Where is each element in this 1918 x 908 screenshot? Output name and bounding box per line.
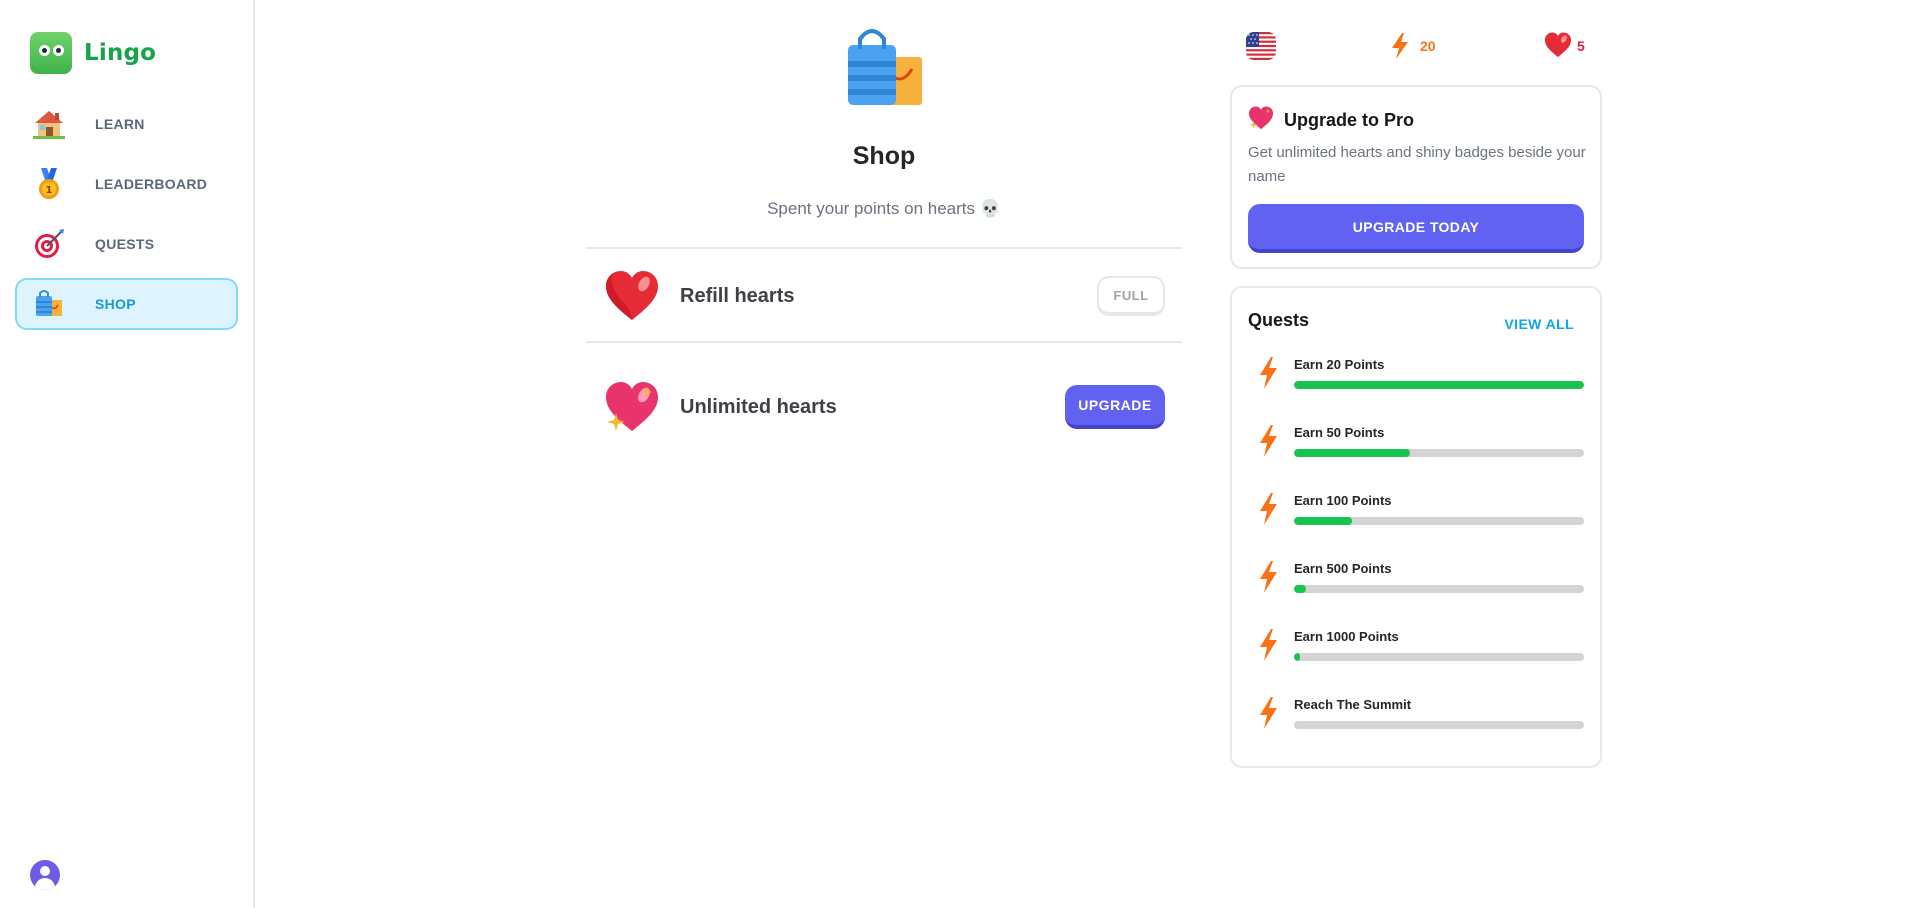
- app-name: Lingo: [84, 40, 157, 66]
- quest-progress-fill: [1294, 381, 1584, 389]
- heart-icon: [1544, 32, 1572, 63]
- page-subtitle: Spent your points on hearts 💀: [767, 199, 1001, 218]
- bolt-icon: [1258, 697, 1278, 734]
- sidebar: Lingo LEARN 1 LEADERBOARD QUESTS SHOP: [0, 0, 255, 908]
- quest-label: Reach The Summit: [1294, 697, 1412, 712]
- upgrade-pro-card: Upgrade to Pro Get unlimited hearts and …: [1230, 85, 1602, 269]
- sparkling-heart-icon: [604, 379, 660, 435]
- us-flag-icon[interactable]: [1246, 32, 1276, 60]
- user-stats: 20 5: [1246, 32, 1602, 62]
- home-icon: [33, 108, 65, 140]
- quests-title: Quests: [1248, 310, 1310, 330]
- user-avatar-icon[interactable]: [30, 860, 60, 890]
- divider: [586, 341, 1182, 343]
- quest-progress-bar: [1294, 449, 1584, 457]
- quest-label: Earn 500 Points: [1294, 561, 1392, 576]
- sidebar-item-label: LEARN: [95, 116, 145, 132]
- sidebar-item-learn[interactable]: LEARN: [15, 98, 238, 150]
- quest-progress-bar: [1294, 721, 1584, 729]
- quests-card: Quests VIEW ALL Earn 20 Points Earn 50 Po…: [1230, 286, 1602, 768]
- pro-card-description: Get unlimited hearts and shiny badges be…: [1248, 144, 1586, 185]
- shop-item-title: Unlimited hearts: [680, 395, 837, 418]
- sidebar-item-label: SHOP: [95, 296, 136, 312]
- shop-item-unlimited-hearts: Unlimited hearts UPGRADE: [586, 367, 1182, 447]
- quest-item: Reach The Summit: [1248, 697, 1588, 747]
- quest-item: Earn 100 Points: [1248, 493, 1588, 543]
- quest-progress-bar: [1294, 653, 1584, 661]
- shop-item-title: Refill hearts: [680, 284, 795, 307]
- quest-progress-bar: [1294, 517, 1584, 525]
- sidebar-item-quests[interactable]: QUESTS: [15, 218, 238, 270]
- sidebar-item-leaderboard[interactable]: 1 LEADERBOARD: [15, 158, 238, 210]
- quest-progress-bar: [1294, 585, 1584, 593]
- bolt-icon: [1258, 561, 1278, 598]
- quest-label: Earn 50 Points: [1294, 425, 1385, 440]
- quest-progress-fill: [1294, 585, 1306, 593]
- quest-label: Earn 20 Points: [1294, 357, 1385, 372]
- view-all-link[interactable]: VIEW ALL: [1504, 316, 1574, 332]
- quest-progress-fill: [1294, 449, 1410, 457]
- pro-card-title: Upgrade to Pro: [1284, 110, 1415, 130]
- sidebar-nav: LEARN 1 LEADERBOARD QUESTS SHOP: [15, 98, 238, 338]
- shop-item-refill-hearts: Refill hearts FULL: [586, 256, 1182, 336]
- heart-icon: [604, 268, 660, 324]
- upgrade-today-button[interactable]: UPGRADE TODAY: [1248, 204, 1584, 253]
- shopping-bag-icon: [842, 27, 926, 111]
- quest-progress-fill: [1294, 653, 1300, 661]
- quest-progress-bar: [1294, 381, 1584, 389]
- app-logo[interactable]: Lingo: [30, 32, 156, 74]
- target-icon: [33, 228, 65, 260]
- divider: [586, 247, 1182, 249]
- bolt-icon: [1258, 629, 1278, 666]
- quest-label: Earn 1000 Points: [1294, 629, 1399, 644]
- quest-progress-fill: [1294, 517, 1352, 525]
- sidebar-item-label: QUESTS: [95, 236, 155, 252]
- page-title: Shop: [852, 142, 916, 170]
- sparkling-heart-icon: [1248, 106, 1274, 135]
- quest-item: Earn 50 Points: [1248, 425, 1588, 475]
- quest-item: Earn 20 Points: [1248, 357, 1588, 407]
- quest-item: Earn 500 Points: [1248, 561, 1588, 611]
- unlimited-hearts-upgrade-button[interactable]: UPGRADE: [1065, 385, 1165, 429]
- shopping-bag-icon: [33, 288, 65, 320]
- bolt-icon: [1258, 357, 1278, 394]
- bolt-icon: [1258, 493, 1278, 530]
- quest-label: Earn 100 Points: [1294, 493, 1392, 508]
- mascot-icon: [30, 32, 72, 74]
- medal-icon: 1: [33, 168, 65, 200]
- svg-text:1: 1: [46, 185, 53, 196]
- quest-item: Earn 1000 Points: [1248, 629, 1588, 679]
- bolt-icon: [1258, 425, 1278, 462]
- refill-hearts-button[interactable]: FULL: [1097, 276, 1165, 316]
- points-count[interactable]: 20: [1420, 38, 1436, 54]
- points-bolt-icon: [1390, 33, 1410, 64]
- sidebar-item-shop[interactable]: SHOP: [15, 278, 238, 330]
- sidebar-item-label: LEADERBOARD: [95, 176, 208, 192]
- hearts-count[interactable]: 5: [1577, 38, 1585, 54]
